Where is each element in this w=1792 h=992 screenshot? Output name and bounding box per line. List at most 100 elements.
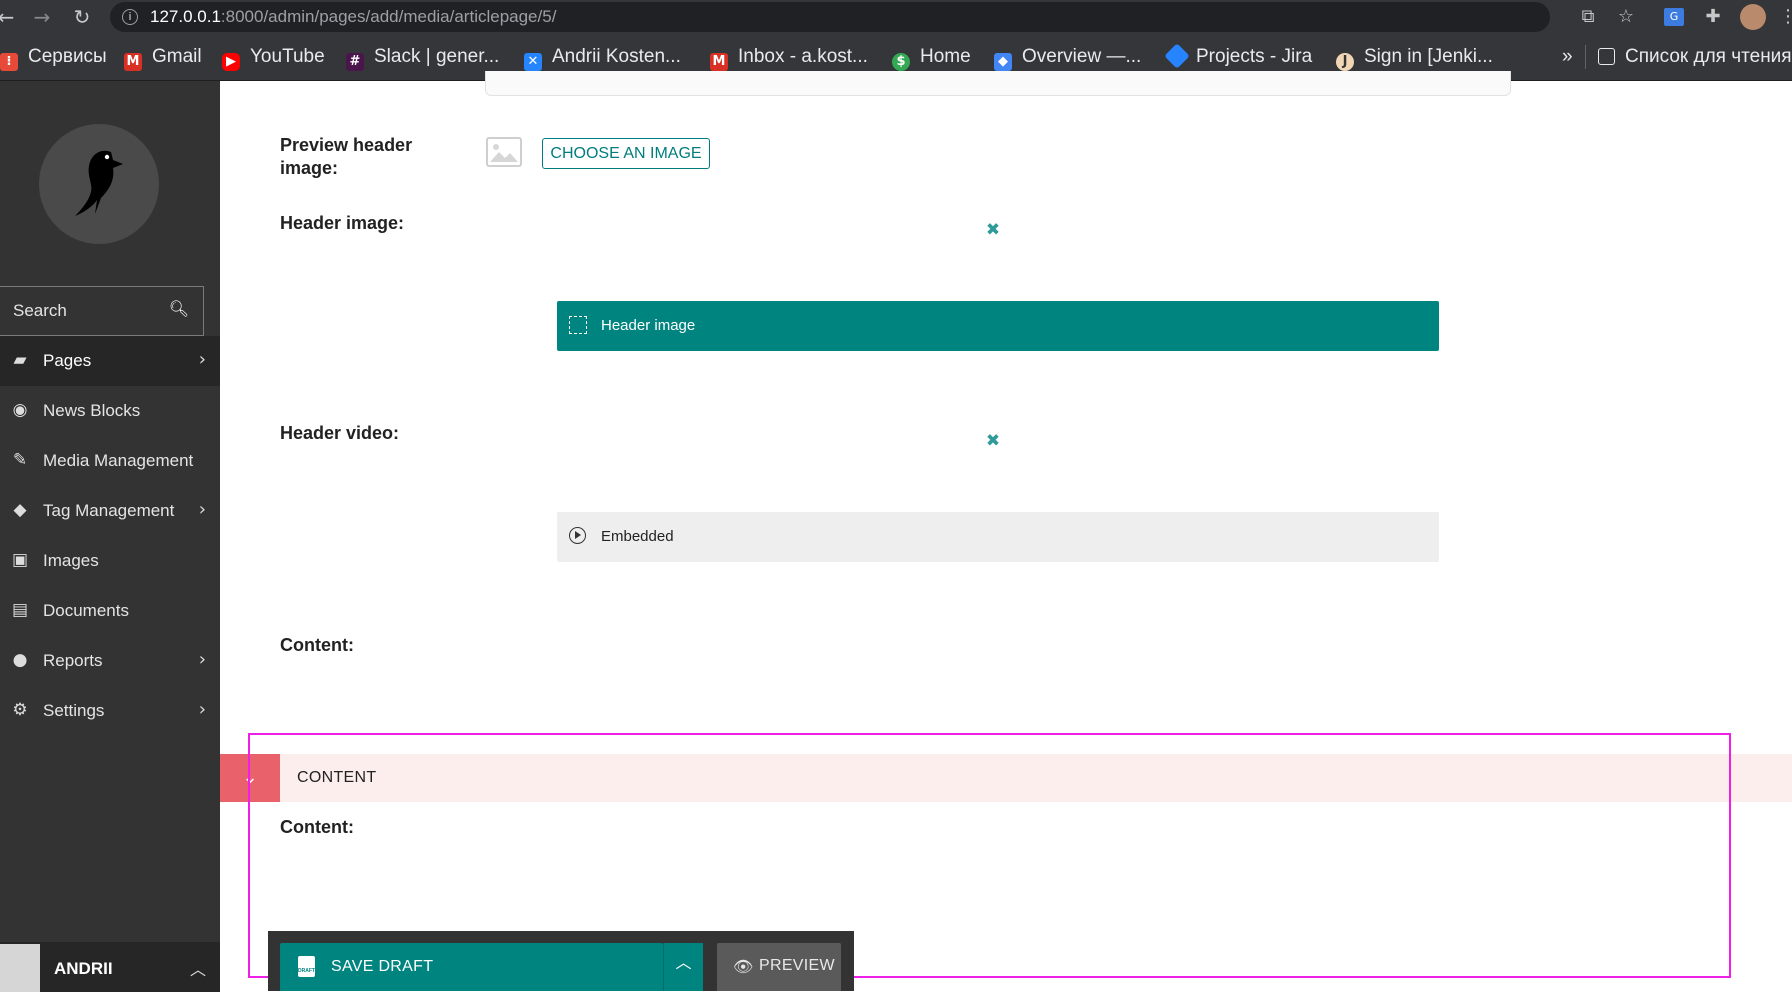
pencil-icon: ✎ xyxy=(12,450,28,470)
dashed-square-icon xyxy=(569,316,587,334)
sidebar-item-news-blocks[interactable]: ◉ News Blocks xyxy=(0,386,220,436)
bookmark-jira[interactable]: Projects - Jira xyxy=(1164,43,1313,69)
bookmark-youtube[interactable]: ▶ YouTube xyxy=(222,45,325,71)
document-icon: ▤ xyxy=(11,600,29,620)
search-icon[interactable]: 🔍︎ xyxy=(169,299,189,318)
bookmark-overview[interactable]: ◆ Overview —... xyxy=(994,45,1142,71)
browser-menu-icon[interactable]: ⋮ xyxy=(1776,5,1792,29)
bookmark-label: Overview —... xyxy=(1022,46,1142,67)
gmail-icon: M xyxy=(710,53,728,71)
bookmark-slack[interactable]: # Slack | gener... xyxy=(346,45,499,71)
sidebar-item-media-management[interactable]: ✎ Media Management xyxy=(0,436,220,486)
bookmark-label: Projects - Jira xyxy=(1196,46,1313,67)
image-placeholder-icon xyxy=(486,137,522,167)
close-icon[interactable]: ✖ xyxy=(985,433,1001,450)
preview-button[interactable]: 👁︎ PREVIEW xyxy=(717,943,841,991)
header-image-label: Header image: xyxy=(280,213,405,233)
chevron-right-icon: › xyxy=(198,499,206,520)
header-video-label: Header video: xyxy=(280,423,400,443)
header-image-block-label: Header image xyxy=(601,317,696,334)
search-input[interactable]: Search 🔍︎ xyxy=(0,286,204,336)
chevron-up-icon[interactable]: ︿ xyxy=(663,943,703,991)
url-host: 127.0.0.1 xyxy=(150,7,221,26)
home-favicon-icon: $ xyxy=(892,53,910,71)
content-label: Content: xyxy=(280,635,354,655)
sidebar-item-label: Images xyxy=(43,551,99,570)
choose-image-button[interactable]: CHOOSE AN IMAGE xyxy=(542,138,710,169)
save-draft-button[interactable]: SAVE DRAFT xyxy=(280,943,663,991)
embedded-block-label: Embedded xyxy=(601,528,674,545)
preview-header-image-label: Preview header image: xyxy=(280,135,413,178)
bookmark-gmail[interactable]: M Gmail xyxy=(124,45,202,71)
header-image-chooser[interactable]: Header image xyxy=(557,301,1439,351)
wagtail-logo[interactable] xyxy=(39,124,159,244)
jira-icon xyxy=(1164,43,1190,69)
jenkins-icon: J xyxy=(1336,53,1354,71)
extensions-puzzle-icon[interactable]: ✚ xyxy=(1701,5,1725,29)
sidebar-item-pages[interactable]: ▰ Pages › xyxy=(0,336,220,386)
play-circle-icon xyxy=(569,527,586,544)
sidebar-item-settings[interactable]: ⚙ Settings › xyxy=(0,686,220,736)
sidebar-item-documents[interactable]: ▤ Documents xyxy=(0,586,220,636)
forward-arrow-icon[interactable]: → xyxy=(30,5,54,29)
bookmark-label: YouTube xyxy=(250,46,325,67)
play-circle-icon: ◉ xyxy=(12,400,28,420)
url-text[interactable]: 127.0.0.1:8000/admin/pages/add/media/art… xyxy=(150,2,556,32)
previous-field-panel xyxy=(485,71,1511,96)
image-icon: ▣ xyxy=(11,550,29,570)
bookmark-label: Sign in [Jenki... xyxy=(1364,46,1493,67)
bookmark-home[interactable]: $ Home xyxy=(892,45,971,71)
chevron-right-icon: › xyxy=(198,649,206,670)
youtube-icon: ▶ xyxy=(222,53,240,71)
star-bookmark-icon[interactable]: ☆ xyxy=(1614,5,1638,29)
profile-avatar-icon[interactable] xyxy=(1740,4,1766,30)
sidebar-item-label: Documents xyxy=(43,601,129,620)
preview-label: PREVIEW xyxy=(759,957,835,974)
bookmarks-divider xyxy=(1585,45,1586,69)
save-draft-label: SAVE DRAFT xyxy=(331,958,434,975)
bookmark-label: Inbox - a.kost... xyxy=(738,46,868,67)
bookmark-confluence[interactable]: ✕ Andrii Kosten... xyxy=(524,45,681,71)
back-arrow-icon[interactable]: ← xyxy=(0,5,18,29)
wagtail-bird-icon xyxy=(75,150,123,216)
confluence-icon: ✕ xyxy=(524,53,542,71)
draft-document-icon xyxy=(298,956,315,977)
apps-grid-icon: ⁝ xyxy=(0,53,18,71)
browser-toolbar: ← → ↻ i 127.0.0.1:8000/admin/pages/add/m… xyxy=(0,0,1792,35)
sidebar-item-images[interactable]: ▣ Images xyxy=(0,536,220,586)
bookmark-label: Сервисы xyxy=(28,46,107,67)
reading-list-button[interactable]: Список для чтения xyxy=(1598,45,1792,69)
globe-icon: ● xyxy=(12,650,28,670)
bookmark-jenkins[interactable]: J Sign in [Jenki... xyxy=(1336,45,1493,71)
bookmark-inbox[interactable]: M Inbox - a.kost... xyxy=(710,45,868,71)
close-icon[interactable]: ✖ xyxy=(985,222,1001,239)
bookmark-services[interactable]: ⁝ Сервисы xyxy=(0,45,107,71)
embedded-video-chooser[interactable]: Embedded xyxy=(557,512,1439,562)
sidebar-item-label: News Blocks xyxy=(43,401,141,420)
site-info-icon[interactable]: i xyxy=(122,9,138,25)
bookmark-label: Andrii Kosten... xyxy=(552,46,681,67)
sidebar-item-label: Tag Management xyxy=(43,501,175,520)
user-name: ANDRII xyxy=(54,959,113,978)
slack-icon: # xyxy=(346,53,364,71)
sidebar: Search 🔍︎ ▰ Pages › ◉ News Blocks ✎ Medi… xyxy=(0,81,220,992)
bookmarks-overflow-button[interactable]: » xyxy=(1562,45,1573,69)
chevron-right-icon: › xyxy=(198,349,206,370)
reload-icon[interactable]: ↻ xyxy=(70,5,94,29)
sidebar-item-reports[interactable]: ● Reports › xyxy=(0,636,220,686)
translate-icon[interactable]: ⧉ xyxy=(1576,5,1600,29)
sidebar-item-label: Pages xyxy=(43,351,92,370)
sidebar-item-tag-management[interactable]: ◆ Tag Management › xyxy=(0,486,220,536)
eye-icon: 👁︎ xyxy=(733,957,754,976)
main-content: Preview header image: CHOOSE AN IMAGE He… xyxy=(220,71,1792,991)
account-menu[interactable]: ANDRII ︿ xyxy=(0,942,220,992)
bookmark-label: Home xyxy=(920,46,971,67)
search-placeholder: Search xyxy=(13,301,67,320)
chevron-up-icon[interactable]: ︿ xyxy=(190,956,206,980)
url-path: :8000/admin/pages/add/media/articlepage/… xyxy=(220,7,557,26)
address-bar[interactable]: i 127.0.0.1:8000/admin/pages/add/media/a… xyxy=(110,2,1550,32)
chevron-right-icon: › xyxy=(198,699,206,720)
cogs-icon: ⚙ xyxy=(12,700,28,720)
google-translate-extension-icon[interactable]: G xyxy=(1664,8,1684,26)
tag-icon: ◆ xyxy=(13,500,27,520)
